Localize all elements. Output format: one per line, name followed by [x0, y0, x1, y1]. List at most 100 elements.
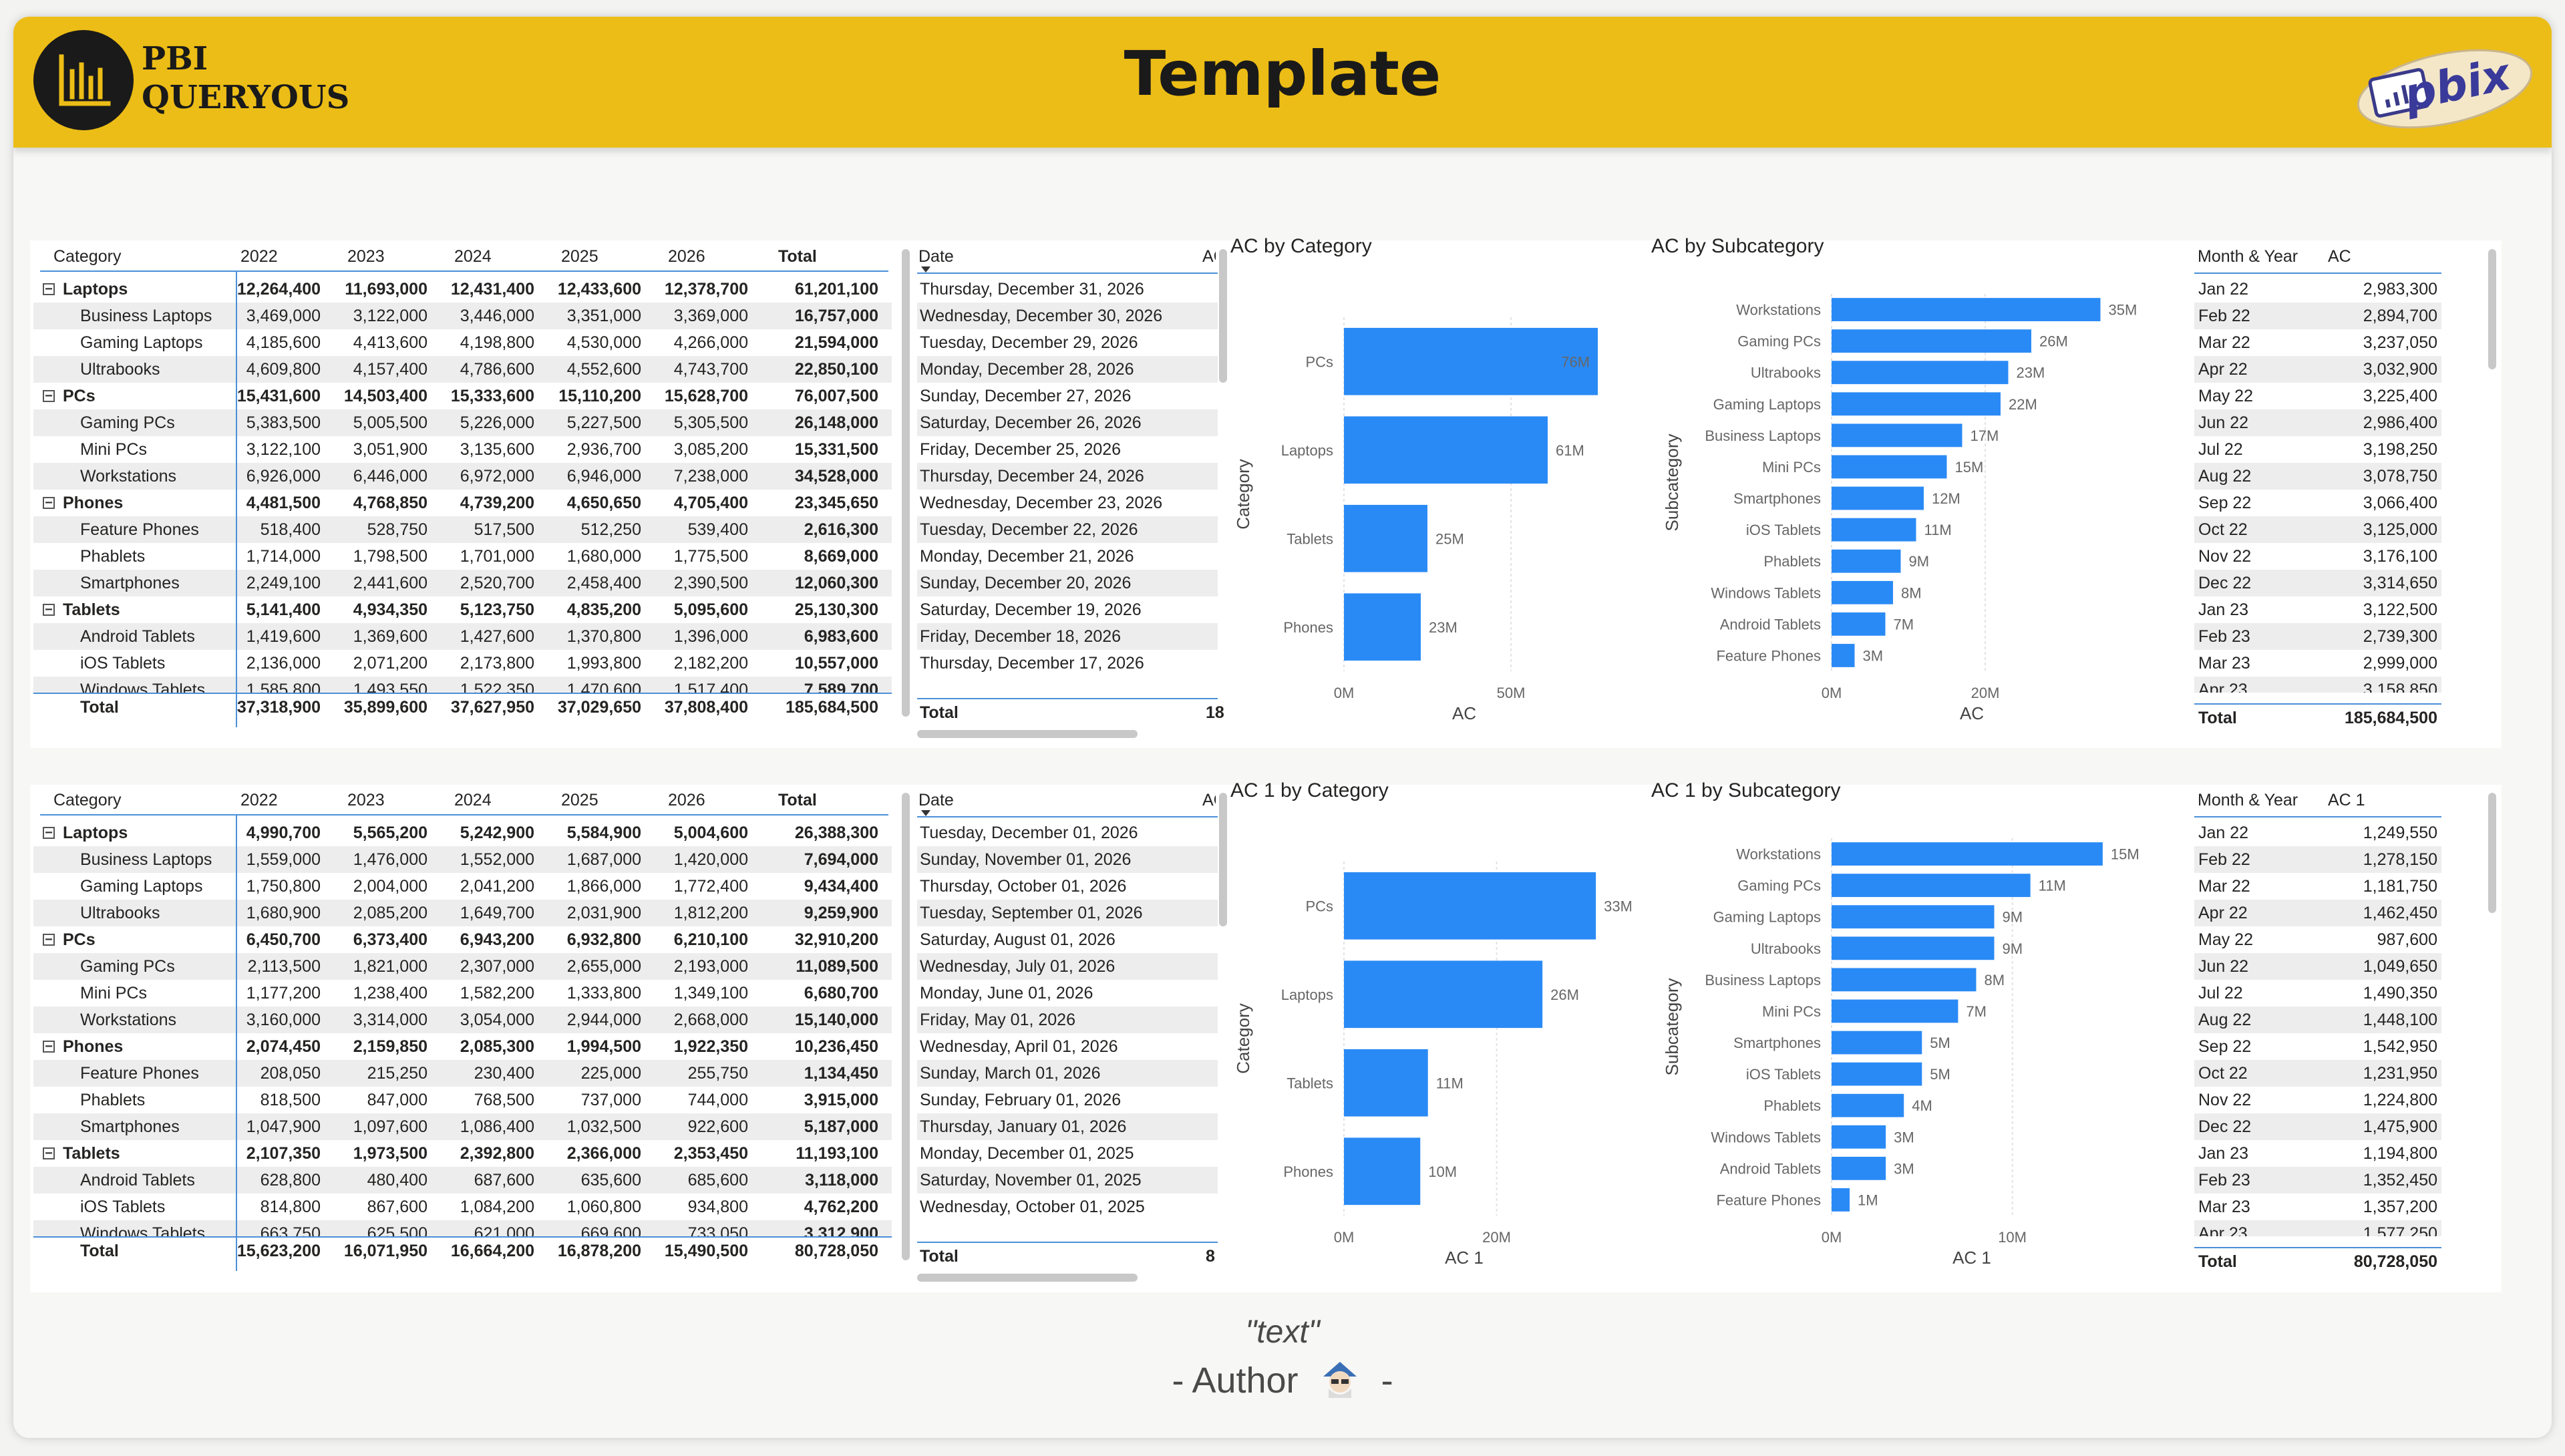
date-row[interactable]: Saturday, December 26, 2026 — [917, 409, 1218, 436]
date-row[interactable]: Saturday, November 01, 2025 — [917, 1167, 1218, 1194]
column-header[interactable]: 2023 — [347, 242, 385, 270]
date-row[interactable]: Sunday, November 01, 2026 — [917, 846, 1218, 873]
sort-desc-icon[interactable] — [921, 810, 930, 816]
date-table-top[interactable]: DateACThursday, December 31, 2026Wednesd… — [912, 242, 1227, 750]
month-row[interactable]: Jan 22 1,249,550 — [2194, 820, 2441, 846]
month-year-table-bottom[interactable]: Month & Year AC 1 Jan 22 1,249,550 Feb 22 1,2… — [2178, 786, 2498, 1294]
month-row[interactable]: Apr 22 1,462,450 — [2194, 900, 2441, 926]
date-row[interactable]: Tuesday, December 22, 2026 — [917, 516, 1218, 543]
date-row[interactable]: Saturday, December 19, 2026 — [917, 596, 1218, 623]
subcategory-row[interactable]: Ultrabooks 4,609,800 4,157,400 4,786,600 4,5… — [33, 356, 892, 383]
month-row[interactable]: Dec 22 3,314,650 — [2194, 570, 2441, 596]
vertical-scrollbar[interactable] — [902, 249, 910, 717]
subcategory-row[interactable]: Business Laptops 1,559,000 1,476,000 1,552,… — [33, 846, 892, 873]
month-row[interactable]: Mar 23 2,999,000 — [2194, 650, 2441, 677]
subcategory-row[interactable]: Smartphones 1,047,900 1,097,600 1,086,400 1,… — [33, 1113, 892, 1140]
month-row[interactable]: Oct 22 3,125,000 — [2194, 516, 2441, 543]
category-row[interactable]: − Tablets 5,141,400 4,934,350 5,123,750 4,835… — [33, 596, 892, 623]
category-year-matrix-top[interactable]: Category 2022 2023 2024 2025 2026 Total − Laptop… — [33, 242, 910, 750]
month-row[interactable]: Dec 22 1,475,900 — [2194, 1113, 2441, 1140]
ac-by-category-chart[interactable]: 0M 50M PCs 76M Laptops 61M Tablets 25M Phones 23M… — [1230, 264, 1631, 745]
date-row[interactable]: Thursday, December 31, 2026 — [917, 276, 1218, 303]
date-row[interactable]: Sunday, February 01, 2026 — [917, 1087, 1218, 1113]
column-header[interactable]: Total — [778, 786, 817, 814]
column-header[interactable]: Category — [53, 786, 121, 814]
subcategory-row[interactable]: Ultrabooks 1,680,900 2,085,200 1,649,700 2,0… — [33, 900, 892, 926]
date-row[interactable]: Wednesday, July 01, 2026 — [917, 953, 1218, 980]
subcategory-row[interactable]: Phablets 1,714,000 1,798,500 1,701,000 1,680… — [33, 543, 892, 570]
subcategory-row[interactable]: Workstations 6,926,000 6,446,000 6,972,000 6… — [33, 463, 892, 490]
subcategory-row[interactable]: Windows Tablets 1,585,800 1,493,550 1,522,3… — [33, 677, 892, 693]
month-row[interactable]: Mar 22 3,237,050 — [2194, 329, 2441, 356]
date-row[interactable]: Thursday, October 01, 2026 — [917, 873, 1218, 900]
horizontal-scrollbar[interactable] — [917, 730, 1138, 738]
date-row[interactable]: Tuesday, September 01, 2026 — [917, 900, 1218, 926]
month-row[interactable]: Feb 22 1,278,150 — [2194, 846, 2441, 873]
month-row[interactable]: Jan 23 3,122,500 — [2194, 596, 2441, 623]
month-row[interactable]: Jun 22 1,049,650 — [2194, 953, 2441, 980]
date-row[interactable]: Monday, December 21, 2026 — [917, 543, 1218, 570]
subcategory-row[interactable]: Smartphones 2,249,100 2,441,600 2,520,700 2,… — [33, 570, 892, 596]
sort-desc-icon[interactable] — [921, 266, 930, 272]
subcategory-row[interactable]: Gaming Laptops 1,750,800 2,004,000 2,041,20… — [33, 873, 892, 900]
month-row[interactable]: Aug 22 1,448,100 — [2194, 1007, 2441, 1033]
column-header-ac[interactable]: AC — [1202, 786, 1216, 814]
month-row[interactable]: Jul 22 3,198,250 — [2194, 436, 2441, 463]
category-row[interactable]: − Phones 4,481,500 4,768,850 4,739,200 4,650,… — [33, 490, 892, 516]
month-row[interactable]: Nov 22 1,224,800 — [2194, 1087, 2441, 1113]
column-header[interactable]: 2022 — [240, 786, 278, 814]
vertical-scrollbar[interactable] — [2488, 793, 2496, 913]
date-row[interactable]: Friday, December 25, 2026 — [917, 436, 1218, 463]
date-row[interactable]: Thursday, December 17, 2026 — [917, 650, 1218, 677]
ac-by-subcategory-chart[interactable]: 0M 20M Workstations 35M Gaming PCs 26M Ultrabo… — [1651, 264, 2159, 745]
date-row[interactable]: Wednesday, December 23, 2026 — [917, 490, 1218, 516]
collapse-icon[interactable]: − — [43, 496, 55, 510]
month-row[interactable]: May 22 987,600 — [2194, 926, 2441, 953]
date-row[interactable]: Wednesday, April 01, 2026 — [917, 1033, 1218, 1060]
column-header[interactable]: Category — [53, 242, 121, 270]
column-header[interactable]: 2022 — [240, 242, 278, 270]
month-row[interactable]: May 22 3,225,400 — [2194, 383, 2441, 409]
month-row[interactable]: Apr 23 1,577,250 — [2194, 1220, 2441, 1236]
month-row[interactable]: Jul 22 1,490,350 — [2194, 980, 2441, 1007]
month-row[interactable]: Jan 22 2,983,300 — [2194, 276, 2441, 303]
column-header[interactable]: 2026 — [668, 242, 705, 270]
date-row[interactable]: Friday, May 01, 2026 — [917, 1007, 1218, 1033]
date-row[interactable]: Friday, December 18, 2026 — [917, 623, 1218, 650]
subcategory-row[interactable]: Gaming PCs 5,383,500 5,005,500 5,226,000 5,2… — [33, 409, 892, 436]
month-row[interactable]: Apr 23 3,158,850 — [2194, 677, 2441, 693]
month-row[interactable]: Feb 23 1,352,450 — [2194, 1167, 2441, 1194]
date-row[interactable]: Tuesday, December 29, 2026 — [917, 329, 1218, 356]
column-header[interactable]: 2024 — [454, 786, 492, 814]
month-row[interactable]: Feb 23 2,739,300 — [2194, 623, 2441, 650]
date-row[interactable]: Tuesday, December 01, 2026 — [917, 820, 1218, 846]
column-header-value[interactable]: AC 1 — [2328, 786, 2365, 814]
column-header[interactable]: 2025 — [561, 786, 598, 814]
category-row[interactable]: − Tablets 2,107,350 1,973,500 2,392,800 2,366… — [33, 1140, 892, 1167]
category-year-matrix-bottom[interactable]: Category 2022 2023 2024 2025 2026 Total − Laptop… — [33, 786, 910, 1294]
collapse-icon[interactable]: − — [43, 283, 55, 296]
collapse-icon[interactable]: − — [43, 603, 55, 616]
column-header-month[interactable]: Month & Year — [2198, 242, 2298, 270]
date-row[interactable]: Saturday, August 01, 2026 — [917, 926, 1218, 953]
month-row[interactable]: Sep 22 3,066,400 — [2194, 490, 2441, 516]
category-row[interactable]: − Laptops 4,990,700 5,565,200 5,242,900 5,584… — [33, 820, 892, 846]
subcategory-row[interactable]: iOS Tablets 2,136,000 2,071,200 2,173,800 1,… — [33, 650, 892, 677]
subcategory-row[interactable]: Gaming PCs 2,113,500 1,821,000 2,307,000 2,6… — [33, 953, 892, 980]
column-header[interactable]: Total — [778, 242, 817, 270]
month-row[interactable]: Mar 22 1,181,750 — [2194, 873, 2441, 900]
category-row[interactable]: − Phones 2,074,450 2,159,850 2,085,300 1,994,… — [33, 1033, 892, 1060]
subcategory-row[interactable]: iOS Tablets 814,800 867,600 1,084,200 1,060,… — [33, 1194, 892, 1220]
month-row[interactable]: Sep 22 1,542,950 — [2194, 1033, 2441, 1060]
subcategory-row[interactable]: Android Tablets 1,419,600 1,369,600 1,427,6… — [33, 623, 892, 650]
vertical-scrollbar[interactable] — [2488, 249, 2496, 369]
date-row[interactable]: Monday, June 01, 2026 — [917, 980, 1218, 1007]
month-year-table-top[interactable]: Month & Year AC Jan 22 2,983,300 Feb 22 2,894… — [2178, 242, 2498, 750]
subcategory-row[interactable]: Feature Phones 208,050 215,250 230,400 225,0… — [33, 1060, 892, 1087]
subcategory-row[interactable]: Gaming Laptops 4,185,600 4,413,600 4,198,80… — [33, 329, 892, 356]
ac1-by-subcategory-chart[interactable]: 0M 10M Workstations 15M Gaming PCs 11M Gaming … — [1651, 808, 2159, 1289]
collapse-icon[interactable]: − — [43, 389, 55, 403]
month-row[interactable]: Feb 22 2,894,700 — [2194, 303, 2441, 329]
date-row[interactable]: Thursday, January 01, 2026 — [917, 1113, 1218, 1140]
column-header[interactable]: 2023 — [347, 786, 385, 814]
